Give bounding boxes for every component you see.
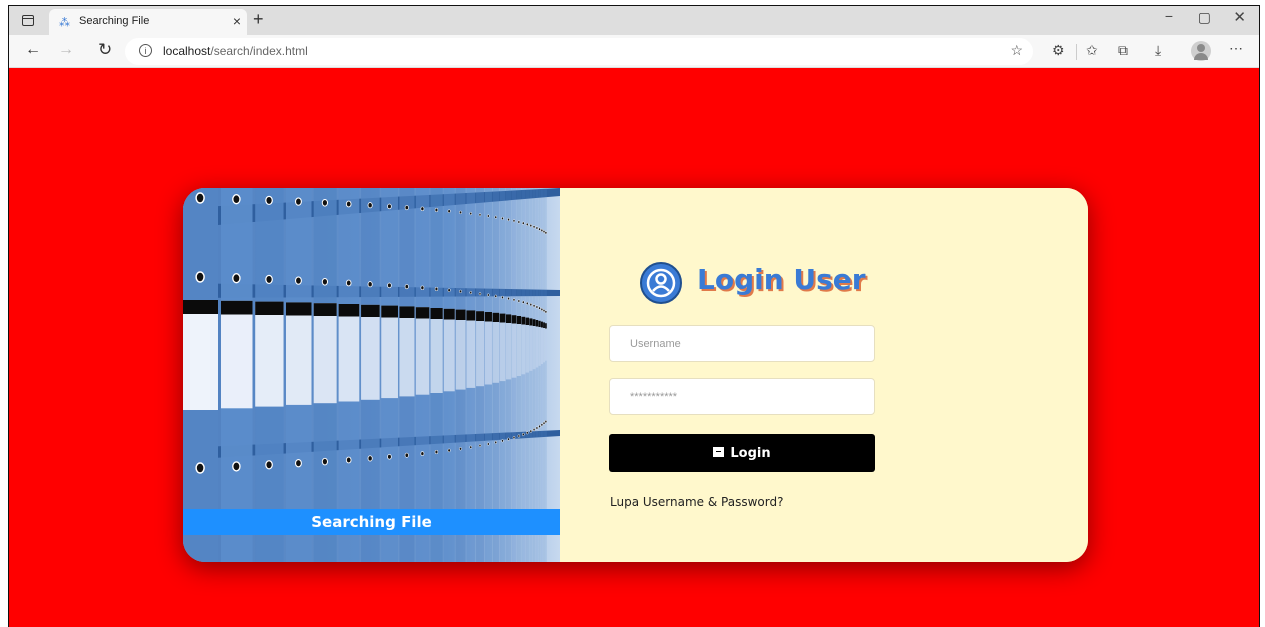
login-button-label: Login (730, 445, 771, 461)
address-bar[interactable]: i localhost/search/index.html ☆ (125, 38, 1033, 65)
tab-favicon-icon: ⁂ (59, 17, 70, 29)
login-panel: Login User Login Lupa Username & Passwor… (560, 188, 1088, 562)
back-icon[interactable]: ← (25, 41, 41, 59)
tab-close-icon[interactable]: × (233, 13, 241, 29)
new-tab-button[interactable]: + (253, 9, 264, 30)
collections-icon[interactable]: ⧉ (1118, 42, 1128, 59)
profile-icon[interactable] (1191, 41, 1211, 61)
sidebar-toggle-icon[interactable] (22, 15, 34, 26)
forgot-password-link[interactable]: Lupa Username & Password? (610, 495, 783, 509)
url-path: /search/index.html (210, 44, 308, 58)
login-title: Login User (697, 263, 866, 296)
url-text[interactable]: localhost/search/index.html (163, 44, 308, 58)
username-input[interactable] (609, 325, 875, 362)
password-input[interactable] (609, 378, 875, 415)
tab-bar: ⁂ Searching File × + − ▢ ✕ (9, 6, 1259, 35)
hero-caption: Searching File (183, 509, 560, 535)
login-card: Searching File Login User Login Lupa Use… (183, 188, 1088, 562)
extensions-icon[interactable]: ⚙ (1052, 42, 1065, 59)
user-circle-icon (640, 262, 682, 304)
toolbar-divider (1076, 44, 1077, 60)
hero-image: Searching File (183, 188, 560, 562)
browser-window: ⁂ Searching File × + − ▢ ✕ ← → ↻ i local… (8, 5, 1260, 627)
favorite-star-icon[interactable]: ☆ (1010, 42, 1023, 59)
reload-icon[interactable]: ↻ (98, 40, 112, 60)
downloads-icon[interactable]: ⤓ (1155, 42, 1161, 59)
archive-icon (713, 446, 725, 457)
minimize-button[interactable]: − (1165, 8, 1173, 24)
close-window-button[interactable]: ✕ (1233, 8, 1246, 26)
forward-icon[interactable]: → (58, 41, 74, 59)
browser-tab[interactable]: ⁂ Searching File × (49, 9, 247, 35)
info-icon[interactable]: i (139, 44, 152, 57)
page-content: Searching File Login User Login Lupa Use… (9, 68, 1259, 627)
more-icon[interactable]: ⋯ (1229, 40, 1243, 57)
address-bar-row: ← → ↻ i localhost/search/index.html ☆ ⚙ … (9, 35, 1259, 68)
url-host: localhost (163, 44, 211, 58)
tab-title: Searching File (79, 15, 150, 27)
maximize-button[interactable]: ▢ (1198, 9, 1211, 26)
login-button[interactable]: Login (609, 434, 875, 472)
favorites-icon[interactable]: ✩ (1086, 42, 1098, 59)
file-shelves-illustration (183, 188, 560, 562)
